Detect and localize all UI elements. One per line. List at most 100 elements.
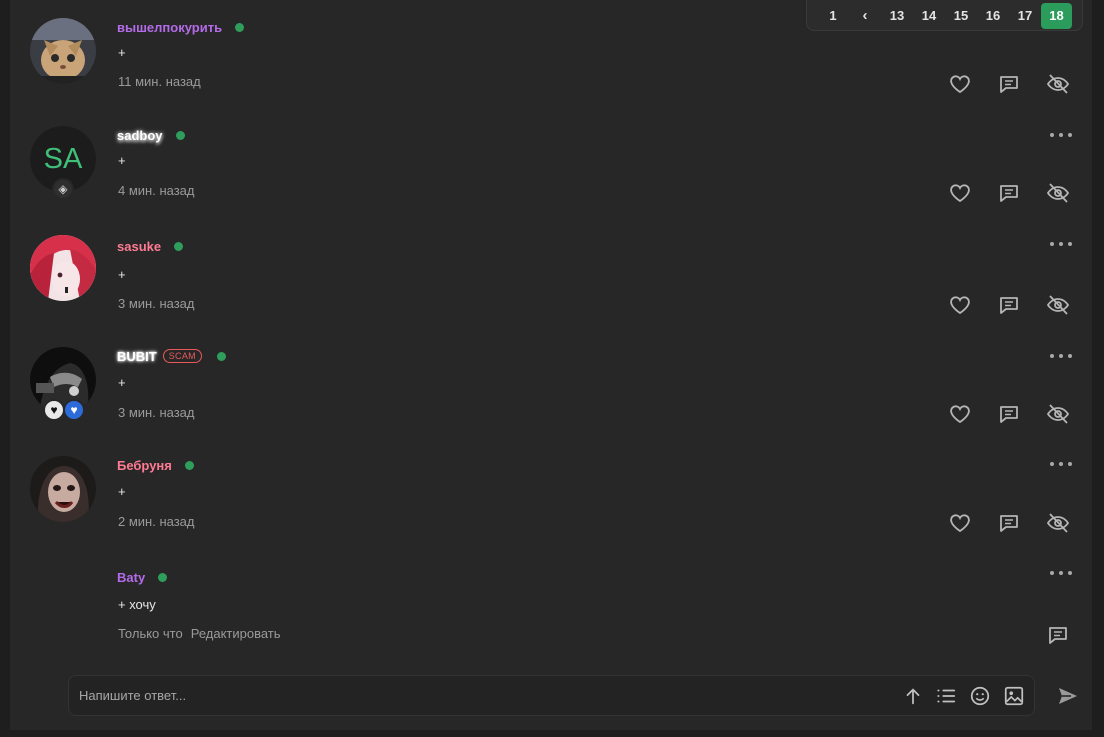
username[interactable]: BUBIT	[117, 349, 157, 364]
avatar[interactable]	[30, 456, 96, 522]
username[interactable]: Бебруня	[117, 458, 172, 473]
list-format-button[interactable]	[935, 685, 957, 707]
hide-button[interactable]	[1046, 402, 1070, 426]
comment-time: 3 мин. назад	[118, 405, 195, 420]
like-button[interactable]	[948, 511, 972, 535]
avatar[interactable]	[30, 18, 96, 84]
more-options-button[interactable]	[1050, 566, 1072, 580]
comment-icon	[1000, 297, 1018, 314]
more-options-button[interactable]	[1050, 128, 1072, 142]
comment-text: +	[118, 484, 126, 499]
reply-button[interactable]	[997, 181, 1021, 205]
avatar-anime-image	[30, 235, 96, 301]
eye-off-icon	[1046, 404, 1070, 424]
more-dot	[1059, 462, 1063, 466]
comment-icon	[1000, 406, 1018, 423]
more-options-button[interactable]	[1050, 457, 1072, 471]
like-button[interactable]	[948, 181, 972, 205]
scroll-up-button[interactable]	[902, 685, 924, 707]
reply-button[interactable]	[997, 511, 1021, 535]
comment: SA ◈ sadboy + 4 мин. назад	[30, 126, 1080, 226]
comment-icon	[1049, 627, 1067, 644]
edit-link[interactable]: Редактировать	[191, 626, 281, 641]
heart-icon	[950, 296, 970, 315]
comment-text: +	[118, 45, 126, 60]
hide-button[interactable]	[1046, 181, 1070, 205]
bottom-strip	[0, 730, 1104, 737]
online-indicator	[174, 241, 184, 251]
heart-icon	[950, 184, 970, 203]
comment: вышелпокурить + 11 мин. назад	[30, 18, 1080, 108]
online-indicator	[158, 572, 168, 582]
username[interactable]: Baty	[117, 570, 145, 585]
more-dot	[1068, 462, 1072, 466]
comment-time: 4 мин. назад	[118, 183, 195, 198]
comment-icon	[1000, 76, 1018, 93]
more-dots-icon	[1050, 571, 1054, 575]
comment-time: Только что	[118, 626, 183, 641]
more-dot	[1059, 571, 1063, 575]
comment-icon	[1000, 185, 1018, 202]
more-dots-icon	[1050, 133, 1054, 137]
like-button[interactable]	[948, 293, 972, 317]
more-options-button[interactable]	[1050, 237, 1072, 251]
comment-text: + хочу	[118, 597, 156, 612]
reply-button[interactable]	[997, 293, 1021, 317]
reply-button[interactable]	[997, 72, 1021, 96]
more-dots-icon	[1050, 354, 1054, 358]
list-icon	[937, 689, 956, 703]
eye-off-icon	[1046, 183, 1070, 203]
heart-icon	[950, 405, 970, 424]
hide-button[interactable]	[1046, 72, 1070, 96]
send-button[interactable]	[1056, 684, 1080, 708]
more-dot	[1068, 133, 1072, 137]
more-options-button[interactable]	[1050, 349, 1072, 363]
comment: sasuke + 3 мин. назад	[30, 235, 1080, 335]
comment-icon	[1000, 515, 1018, 532]
image-icon	[1004, 686, 1024, 706]
emoji-icon	[970, 686, 990, 706]
reply-box	[68, 675, 1035, 716]
comment-text: +	[118, 375, 126, 390]
comment-time: 2 мин. назад	[118, 514, 195, 529]
avatar-diamond-badge-icon: ◈	[52, 178, 74, 200]
send-icon	[1059, 688, 1077, 704]
like-button[interactable]	[948, 72, 972, 96]
username[interactable]: sadboy	[117, 128, 163, 143]
eye-off-icon	[1046, 74, 1070, 94]
avatar-cat-image	[30, 18, 96, 84]
heart-badge-icon: ♥	[63, 399, 85, 421]
avatar[interactable]	[30, 235, 96, 301]
emoji-button[interactable]	[969, 685, 991, 707]
heart-badge-icon: ♥	[43, 399, 65, 421]
heart-icon	[950, 514, 970, 533]
username[interactable]: sasuke	[117, 239, 161, 254]
hide-button[interactable]	[1046, 511, 1070, 535]
more-dot	[1068, 571, 1072, 575]
scam-badge: SCAM	[162, 349, 202, 363]
like-button[interactable]	[948, 402, 972, 426]
comment-time: 11 мин. назад	[118, 74, 201, 89]
eye-off-icon	[1046, 295, 1070, 315]
comment-own: Baty + хочу Только что Редактировать	[30, 568, 1080, 658]
image-upload-button[interactable]	[1003, 685, 1025, 707]
online-indicator	[235, 22, 245, 32]
avatar-portrait-image	[30, 456, 96, 522]
hide-button[interactable]	[1046, 293, 1070, 317]
heart-icon	[950, 75, 970, 94]
username[interactable]: вышелпокурить	[117, 20, 222, 35]
more-dots-icon	[1050, 462, 1054, 466]
online-indicator	[175, 130, 185, 140]
comment-text: +	[118, 267, 126, 282]
eye-off-icon	[1046, 513, 1070, 533]
reply-button[interactable]	[1046, 623, 1070, 647]
reply-input[interactable]	[79, 676, 879, 715]
arrow-up-icon	[906, 688, 920, 705]
comment: ♥ ♥ BUBIT SCAM + 3 мин. назад	[30, 347, 1080, 447]
online-indicator	[216, 351, 226, 361]
more-dot	[1068, 242, 1072, 246]
comment: Бебруня + 2 мин. назад	[30, 456, 1080, 556]
more-dots-icon	[1050, 242, 1054, 246]
reply-button[interactable]	[997, 402, 1021, 426]
online-indicator	[184, 460, 194, 470]
